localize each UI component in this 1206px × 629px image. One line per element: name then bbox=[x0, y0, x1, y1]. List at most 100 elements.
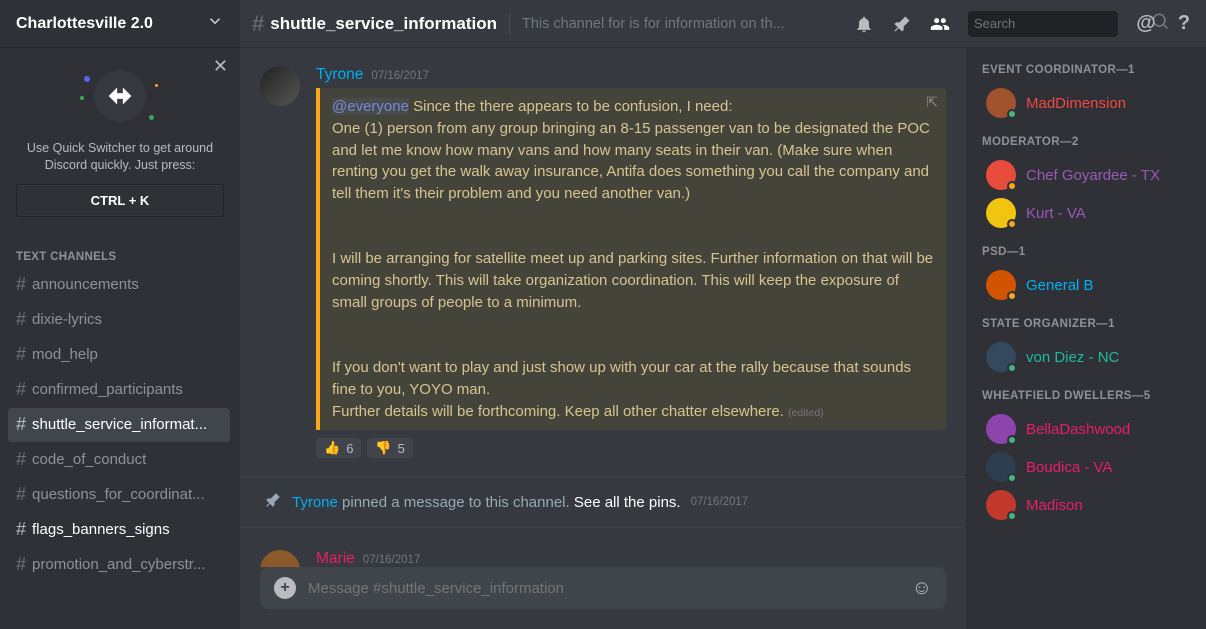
member-name: Kurt - VA bbox=[1026, 205, 1086, 222]
member-group-title: STATE ORGANIZER—1 bbox=[982, 318, 1198, 330]
member-item[interactable]: Chef Goyardee - TX bbox=[982, 156, 1198, 194]
quick-switcher-panel: ✕ Use Quick Switcher to get around Disco… bbox=[0, 48, 240, 233]
jump-icon[interactable]: ⇱ bbox=[926, 94, 938, 111]
message-list: Tyrone07/16/2017⇱@everyone Since the the… bbox=[240, 48, 966, 567]
member-name: Madison bbox=[1026, 497, 1083, 514]
hash-icon: # bbox=[16, 519, 26, 540]
member-group-title: WHEATFIELD DWELLERS—5 bbox=[982, 390, 1198, 402]
highlighted-message: ⇱@everyone Since the there appears to be… bbox=[316, 88, 946, 430]
hash-icon: # bbox=[16, 414, 26, 435]
status-online-icon bbox=[1007, 109, 1017, 119]
system-author[interactable]: Tyrone bbox=[292, 494, 338, 511]
server-header[interactable]: Charlottesville 2.0 bbox=[0, 0, 240, 48]
compose-wrap: + ☺ bbox=[240, 567, 966, 629]
member-name: BellaDashwood bbox=[1026, 421, 1130, 438]
server-name: Charlottesville 2.0 bbox=[16, 15, 153, 33]
member-item[interactable]: BellaDashwood bbox=[982, 410, 1198, 448]
channel-shuttle_service_informat-[interactable]: #shuttle_service_informat... bbox=[8, 408, 230, 442]
channel-topic: This channel for is for information on t… bbox=[522, 16, 854, 32]
member-name: von Diez - NC bbox=[1026, 349, 1119, 366]
member-group-title: PSD—1 bbox=[982, 246, 1198, 258]
quick-switcher-text: Use Quick Switcher to get around Discord… bbox=[10, 136, 230, 184]
status-idle-icon bbox=[1007, 291, 1017, 301]
hash-icon: # bbox=[16, 274, 26, 295]
topbar-icons: @ ? bbox=[854, 11, 1194, 37]
member-name: Boudica - VA bbox=[1026, 459, 1112, 476]
hash-icon: # bbox=[16, 309, 26, 330]
avatar bbox=[986, 160, 1016, 190]
channel-promotion_and_cyberstr-[interactable]: #promotion_and_cyberstr... bbox=[8, 548, 230, 582]
topbar: # shuttle_service_information This chann… bbox=[240, 0, 1206, 48]
avatar bbox=[986, 88, 1016, 118]
avatar bbox=[986, 490, 1016, 520]
message-author[interactable]: Tyrone bbox=[316, 66, 363, 84]
channel-questions_for_coordinat-[interactable]: #questions_for_coordinat... bbox=[8, 478, 230, 512]
quick-switcher-illustration bbox=[10, 56, 230, 136]
close-icon[interactable]: ✕ bbox=[213, 56, 228, 77]
avatar[interactable] bbox=[260, 550, 300, 567]
pin-icon[interactable] bbox=[892, 14, 912, 34]
member-item[interactable]: Boudica - VA bbox=[982, 448, 1198, 486]
status-idle-icon bbox=[1007, 219, 1017, 229]
chevron-down-icon bbox=[206, 12, 224, 35]
main-area: # shuttle_service_information This chann… bbox=[240, 0, 1206, 629]
member-item[interactable]: MadDimension bbox=[982, 84, 1198, 122]
channel-sidebar: Charlottesville 2.0 ✕ Use Quick Switcher… bbox=[0, 0, 240, 629]
status-online-icon bbox=[1007, 511, 1017, 521]
emoji-icon[interactable]: ☺ bbox=[912, 577, 932, 600]
help-icon[interactable]: ? bbox=[1174, 14, 1194, 34]
member-item[interactable]: Kurt - VA bbox=[982, 194, 1198, 232]
bell-icon[interactable] bbox=[854, 14, 874, 34]
reaction-count: 5 bbox=[398, 441, 405, 456]
channel-confirmed_participants[interactable]: #confirmed_participants bbox=[8, 373, 230, 407]
reaction[interactable]: 👎5 bbox=[367, 438, 412, 458]
hash-icon: # bbox=[16, 344, 26, 365]
status-online-icon bbox=[1007, 473, 1017, 483]
message-author[interactable]: Marie bbox=[316, 550, 355, 567]
mentions-icon[interactable]: @ bbox=[1136, 14, 1156, 34]
channel-mod_help[interactable]: # mod_help bbox=[8, 338, 230, 372]
search-input[interactable] bbox=[974, 16, 1150, 31]
channel-label: flags_banners_signs bbox=[32, 521, 170, 538]
members-panel: EVENT COORDINATOR—1MadDimensionMODERATOR… bbox=[966, 48, 1206, 629]
timestamp: 07/16/2017 bbox=[691, 496, 749, 508]
mention-everyone[interactable]: @everyone bbox=[332, 98, 409, 115]
member-item[interactable]: General B bbox=[982, 266, 1198, 304]
members-icon[interactable] bbox=[930, 14, 950, 34]
channel-label: code_of_conduct bbox=[32, 451, 146, 468]
member-name: Chef Goyardee - TX bbox=[1026, 167, 1160, 184]
content-row: Tyrone07/16/2017⇱@everyone Since the the… bbox=[240, 48, 1206, 629]
reaction-emoji: 👍 bbox=[324, 440, 340, 456]
see-pins-link[interactable]: See all the pins. bbox=[574, 494, 681, 511]
add-attachment-icon[interactable]: + bbox=[274, 577, 296, 599]
member-item[interactable]: Madison bbox=[982, 486, 1198, 524]
reaction-emoji: 👎 bbox=[375, 440, 391, 456]
avatar bbox=[986, 414, 1016, 444]
member-item[interactable]: von Diez - NC bbox=[982, 338, 1198, 376]
edited-label: (edited) bbox=[788, 407, 824, 419]
hash-icon: # bbox=[16, 449, 26, 470]
channel-label: promotion_and_cyberstr... bbox=[32, 556, 205, 573]
channel-dixie-lyrics[interactable]: #dixie-lyrics bbox=[8, 303, 230, 337]
timestamp: 07/16/2017 bbox=[371, 70, 429, 82]
pin-icon bbox=[264, 491, 282, 513]
avatar[interactable] bbox=[260, 66, 300, 106]
channel-label: mod_help bbox=[32, 346, 98, 363]
channel-announcements[interactable]: #announcements bbox=[8, 268, 230, 302]
avatar bbox=[986, 270, 1016, 300]
channel-label: confirmed_participants bbox=[32, 381, 183, 398]
member-name: General B bbox=[1026, 277, 1094, 294]
channel-flags_banners_signs[interactable]: # flags_banners_signs bbox=[8, 513, 230, 547]
system-text: Tyrone pinned a message to this channel.… bbox=[292, 494, 681, 511]
topbar-divider bbox=[509, 13, 510, 35]
compose-bar[interactable]: + ☺ bbox=[260, 567, 946, 609]
reaction[interactable]: 👍6 bbox=[316, 438, 361, 458]
avatar bbox=[986, 342, 1016, 372]
compose-input[interactable] bbox=[308, 580, 900, 597]
search-box[interactable] bbox=[968, 11, 1118, 37]
quick-switcher-button[interactable]: CTRL + K bbox=[16, 184, 224, 217]
channel-code_of_conduct[interactable]: # code_of_conduct bbox=[8, 443, 230, 477]
status-idle-icon bbox=[1007, 181, 1017, 191]
channels-section-title: TEXT CHANNELS bbox=[0, 233, 240, 267]
status-online-icon bbox=[1007, 363, 1017, 373]
